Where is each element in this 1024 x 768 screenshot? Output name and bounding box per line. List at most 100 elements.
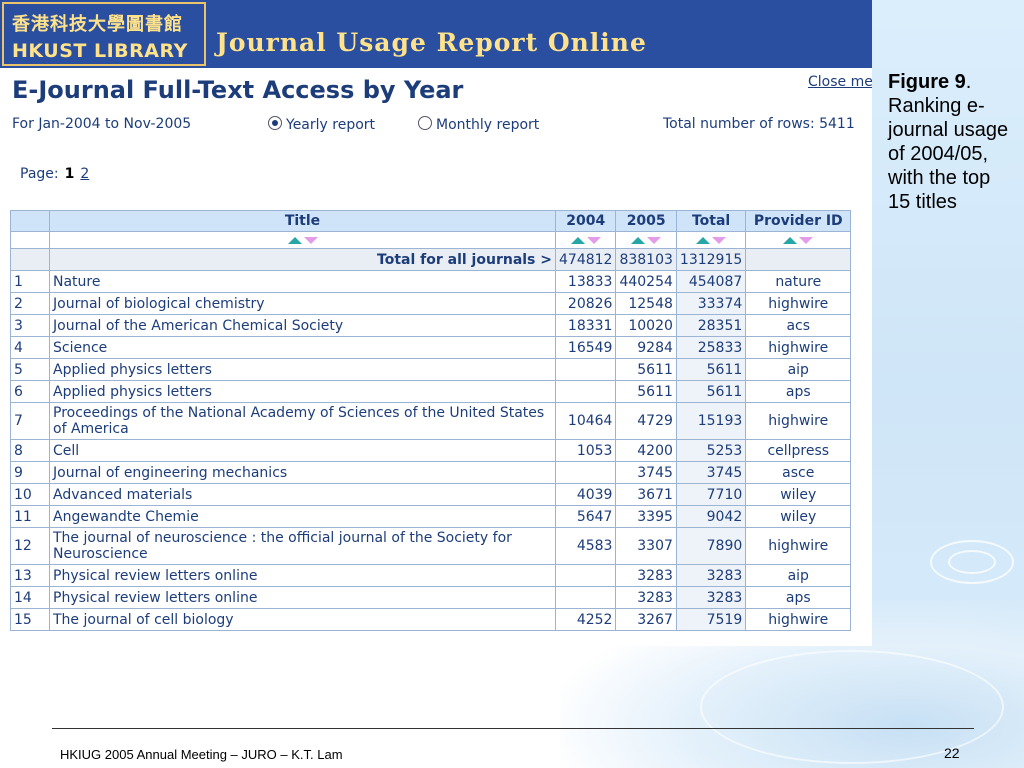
- table-row: 13 Physical review letters online 3283 3283…: [10, 564, 852, 587]
- close-link[interactable]: Close me: [808, 74, 872, 90]
- sort-cell-title: [49, 231, 556, 249]
- table-row: 3 Journal of the American Chemical Societ…: [10, 314, 852, 337]
- sort-cell-2004: [554, 231, 617, 249]
- column-header-provider[interactable]: Provider ID: [745, 210, 852, 232]
- rank-cell: 3: [10, 314, 50, 337]
- usage-2004-cell: 13833: [554, 270, 617, 293]
- table-row: 12 The journal of neuroscience : the offi…: [10, 527, 852, 565]
- usage-2004-cell: 4583: [554, 527, 617, 565]
- usage-2005-cell: 3395: [615, 505, 677, 528]
- usage-2004-cell: 5647: [554, 505, 617, 528]
- usage-2005-cell: 3267: [615, 608, 677, 631]
- table-row: 7 Proceedings of the National Academy of …: [10, 402, 852, 440]
- journal-title-link[interactable]: Physical review letters online: [49, 564, 556, 587]
- page-label: Page:: [20, 166, 59, 182]
- provider-id-cell: asce: [745, 461, 852, 484]
- journal-title-link[interactable]: Journal of biological chemistry: [49, 292, 556, 315]
- journal-title-link[interactable]: Nature: [49, 270, 556, 293]
- ripple-decoration: [948, 550, 996, 574]
- journal-title-link[interactable]: The journal of neuroscience : the offici…: [49, 527, 556, 565]
- journal-title-link[interactable]: Cell: [49, 439, 556, 462]
- usage-2004-cell: 10464: [554, 402, 617, 440]
- sort-ascending-icon[interactable]: [631, 236, 646, 244]
- provider-id-cell: wiley: [745, 505, 852, 528]
- yearly-report-option[interactable]: Yearly report: [268, 116, 375, 133]
- usage-total-cell: 25833: [675, 336, 747, 359]
- rank-cell: 10: [10, 483, 50, 506]
- column-header-total[interactable]: Total: [675, 210, 747, 232]
- footer-text: HKIUG 2005 Annual Meeting – JURO – K.T. …: [60, 747, 343, 762]
- usage-total-cell: 5611: [675, 380, 747, 403]
- sort-descending-icon[interactable]: [712, 236, 727, 244]
- table-row: 15 The journal of cell biology 4252 3267 751…: [10, 608, 852, 631]
- rank-cell: 7: [10, 402, 50, 440]
- sort-ascending-icon[interactable]: [696, 236, 711, 244]
- column-header-title[interactable]: Title: [49, 210, 556, 232]
- sort-descending-icon[interactable]: [303, 236, 318, 244]
- sort-ascending-icon[interactable]: [783, 236, 798, 244]
- usage-total-cell: 5253: [675, 439, 747, 462]
- sort-cell-total: [675, 231, 747, 249]
- usage-2005-cell: 4729: [615, 402, 677, 440]
- sort-controls-row: [10, 231, 852, 249]
- current-page: 1: [64, 166, 75, 182]
- report-screenshot: 香港科技大學圖書館 HKUST LIBRARY Journal Usage Re…: [0, 0, 872, 646]
- radio-unselected-icon[interactable]: [418, 116, 432, 130]
- provider-id-cell: highwire: [745, 336, 852, 359]
- rank-cell: 2: [10, 292, 50, 315]
- journal-title-link[interactable]: Journal of engineering mechanics: [49, 461, 556, 484]
- sort-ascending-icon[interactable]: [570, 236, 585, 244]
- totals-2004: 474812: [554, 248, 617, 271]
- journal-title-link[interactable]: Advanced materials: [49, 483, 556, 506]
- report-period: For Jan-2004 to Nov-2005: [12, 116, 192, 132]
- sort-ascending-icon[interactable]: [287, 236, 302, 244]
- usage-2004-cell: [554, 564, 617, 587]
- journal-title-link[interactable]: Applied physics letters: [49, 358, 556, 381]
- usage-total-cell: 28351: [675, 314, 747, 337]
- table-header-row: Title 2004 2005 Total Provider ID: [10, 210, 852, 232]
- provider-id-cell: acs: [745, 314, 852, 337]
- hkust-library-logo[interactable]: 香港科技大學圖書館 HKUST LIBRARY: [2, 2, 206, 66]
- monthly-report-option[interactable]: Monthly report: [418, 116, 539, 133]
- rank-cell: 11: [10, 505, 50, 528]
- column-header-2004[interactable]: 2004: [554, 210, 617, 232]
- table-row: 4 Science 16549 9284 25833 highwire: [10, 336, 852, 359]
- usage-total-cell: 7710: [675, 483, 747, 506]
- usage-2004-cell: [554, 380, 617, 403]
- rank-cell: 14: [10, 586, 50, 609]
- journal-title-link[interactable]: Physical review letters online: [49, 586, 556, 609]
- rank-cell: 15: [10, 608, 50, 631]
- journal-title-link[interactable]: Applied physics letters: [49, 380, 556, 403]
- usage-total-cell: 454087: [675, 270, 747, 293]
- usage-total-cell: 3283: [675, 586, 747, 609]
- page-link-2[interactable]: 2: [80, 166, 89, 182]
- usage-2005-cell: 10020: [615, 314, 677, 337]
- usage-2004-cell: 18331: [554, 314, 617, 337]
- sort-descending-icon[interactable]: [586, 236, 601, 244]
- usage-2005-cell: 12548: [615, 292, 677, 315]
- rank-cell: 9: [10, 461, 50, 484]
- journal-usage-table: Title 2004 2005 Total Provider ID Total …: [10, 210, 852, 631]
- usage-2004-cell: [554, 358, 617, 381]
- rank-cell: 6: [10, 380, 50, 403]
- totals-2005: 838103: [615, 248, 677, 271]
- column-header-2005[interactable]: 2005: [615, 210, 677, 232]
- monthly-report-label: Monthly report: [436, 117, 540, 133]
- sort-cell-empty: [10, 231, 50, 249]
- table-row: 14 Physical review letters online 3283 3283…: [10, 586, 852, 609]
- page-title: E-Journal Full-Text Access by Year: [12, 76, 464, 104]
- sort-descending-icon[interactable]: [647, 236, 662, 244]
- table-row: 5 Applied physics letters 5611 5611 aip: [10, 358, 852, 381]
- usage-2004-cell: 20826: [554, 292, 617, 315]
- sort-descending-icon[interactable]: [799, 236, 814, 244]
- usage-total-cell: 15193: [675, 402, 747, 440]
- journal-title-link[interactable]: Journal of the American Chemical Society: [49, 314, 556, 337]
- provider-id-cell: wiley: [745, 483, 852, 506]
- journal-title-link[interactable]: The journal of cell biology: [49, 608, 556, 631]
- table-row: 10 Advanced materials 4039 3671 7710 wiley: [10, 483, 852, 506]
- radio-selected-icon[interactable]: [268, 116, 282, 130]
- journal-title-link[interactable]: Proceedings of the National Academy of S…: [49, 402, 556, 440]
- journal-title-link[interactable]: Angewandte Chemie: [49, 505, 556, 528]
- journal-title-link[interactable]: Science: [49, 336, 556, 359]
- table-row: 9 Journal of engineering mechanics 3745 374…: [10, 461, 852, 484]
